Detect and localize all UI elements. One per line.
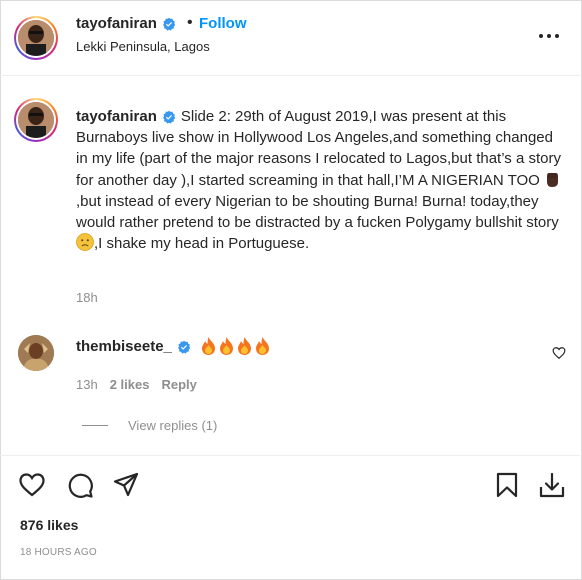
more-horizontal-icon[interactable]	[538, 26, 560, 46]
comment-like-heart-icon[interactable]	[552, 346, 566, 360]
caption-body-3: ,I shake my head in Portuguese.	[94, 235, 310, 253]
fire-icon	[202, 337, 215, 355]
comment-icon[interactable]	[66, 471, 94, 499]
comment-likes-count[interactable]: 2 likes	[110, 377, 150, 392]
author-username[interactable]: tayofaniran	[76, 15, 176, 32]
comment-timestamp[interactable]: 13h	[76, 377, 98, 392]
separator-dot: •	[187, 14, 193, 31]
post-likes-count[interactable]: 876 likes	[20, 517, 78, 533]
caption-timestamp[interactable]: 18h	[76, 290, 98, 305]
caption-avatar[interactable]	[14, 98, 58, 142]
post-location[interactable]: Lekki Peninsula, Lagos	[76, 39, 210, 54]
caption-username[interactable]: tayofaniran	[76, 108, 157, 125]
verified-badge-icon	[162, 17, 176, 31]
fire-icon	[238, 337, 251, 355]
commenter-avatar[interactable]	[18, 335, 54, 371]
post-timestamp[interactable]: 18 HOURS AGO	[20, 547, 97, 558]
author-username-text[interactable]: tayofaniran	[76, 15, 157, 32]
reply-button[interactable]: Reply	[161, 377, 196, 392]
view-replies-button[interactable]: View replies (1)	[82, 418, 217, 433]
frowning-face-icon	[76, 233, 94, 252]
download-icon[interactable]	[538, 471, 566, 499]
view-replies-label[interactable]: View replies (1)	[128, 418, 217, 433]
comment-meta: 13h 2 likes Reply	[76, 377, 197, 392]
action-bar	[0, 455, 580, 510]
comment-text	[200, 336, 271, 356]
verified-badge-icon	[177, 340, 191, 354]
share-icon[interactable]	[112, 471, 140, 499]
verified-badge-icon	[162, 110, 176, 124]
caption-body-2: ,but instead of every Nigerian to be sho…	[76, 192, 559, 232]
fire-icon	[256, 337, 269, 355]
heart-icon[interactable]	[18, 471, 46, 499]
post-header: tayofaniran • Follow Lekki Peninsula, La…	[0, 0, 580, 76]
follow-button[interactable]: Follow	[199, 15, 247, 32]
fire-icon	[220, 337, 233, 355]
commenter-username-text[interactable]: thembiseete_	[76, 338, 172, 355]
raised-fist-icon	[546, 172, 558, 187]
commenter-username[interactable]: thembiseete_	[76, 338, 191, 355]
bookmark-icon[interactable]	[493, 471, 521, 499]
author-avatar[interactable]	[14, 16, 58, 60]
caption-text: tayofaniran Slide 2: 29th of August 2019,…	[76, 106, 564, 254]
replies-divider-line	[82, 425, 108, 426]
